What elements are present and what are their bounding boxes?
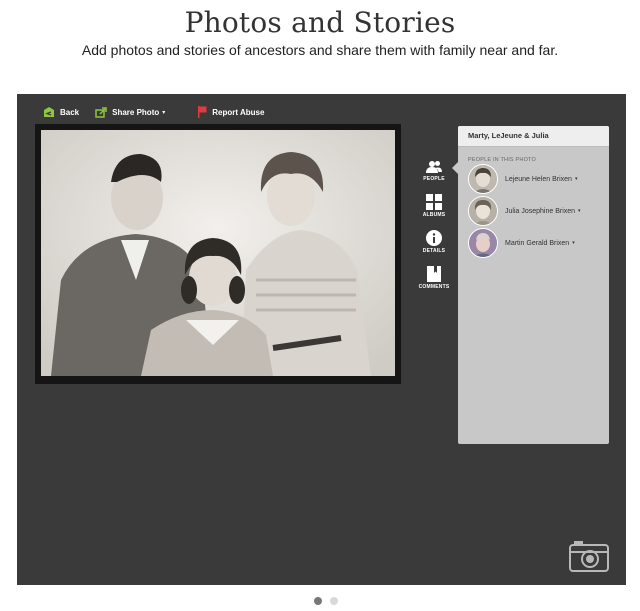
comments-tool-label: COMMENTS	[418, 284, 450, 290]
people-tool-label: PEOPLE	[423, 176, 445, 182]
albums-icon	[426, 194, 442, 210]
chevron-down-icon[interactable]: ▾	[575, 176, 578, 182]
avatar	[468, 196, 498, 226]
photo-viewer: Back Share Photo ▾ Report Abuse PEOPLE A…	[17, 94, 626, 585]
back-button[interactable]: Back	[43, 106, 80, 118]
avatar	[468, 228, 498, 258]
person-item[interactable]: Lejeune Helen Brixen ▾	[458, 163, 609, 195]
people-panel: Marty, LeJeune & Julia PEOPLE IN THIS PH…	[452, 126, 609, 444]
chevron-down-icon[interactable]: ▾	[572, 240, 575, 246]
share-label: Share Photo	[112, 107, 160, 117]
carousel-dot-2[interactable]	[330, 597, 338, 605]
details-tool-button[interactable]: DETAILS	[417, 230, 451, 254]
carousel-pagination	[310, 597, 342, 605]
share-caret-icon: ▾	[162, 109, 166, 116]
carousel-dot-1[interactable]	[314, 597, 322, 605]
avatar	[468, 164, 498, 194]
share-photo-button[interactable]: Share Photo ▾	[95, 106, 166, 118]
panel-pointer	[452, 162, 458, 174]
person-name: Julia Josephine Brixen	[505, 207, 576, 215]
person-item[interactable]: Martin Gerald Brixen ▾	[458, 227, 609, 259]
people-section-label: PEOPLE IN THIS PHOTO	[468, 157, 536, 163]
photo-title: Marty, LeJeune & Julia	[458, 126, 609, 147]
page: Photos and Stories Add photos and storie…	[0, 0, 640, 611]
share-icon	[95, 106, 107, 118]
flag-icon	[198, 106, 207, 118]
albums-tool-button[interactable]: ALBUMS	[417, 194, 451, 218]
person-name: Lejeune Helen Brixen	[505, 175, 572, 183]
side-tool-column: PEOPLE ALBUMS DETAILS COMMENTS	[417, 160, 451, 302]
photo-frame	[35, 124, 401, 384]
chevron-down-icon[interactable]: ▾	[578, 208, 581, 214]
details-tool-label: DETAILS	[422, 248, 446, 254]
info-icon	[426, 230, 442, 246]
comments-icon	[427, 266, 441, 282]
back-icon	[44, 106, 54, 117]
camera-icon	[569, 541, 609, 572]
camera-upload-button[interactable]	[569, 540, 609, 577]
people-icon	[426, 161, 442, 173]
family-photo[interactable]	[41, 130, 395, 376]
page-subtitle: Add photos and stories of ancestors and …	[81, 42, 559, 58]
person-name: Martin Gerald Brixen	[505, 239, 570, 247]
comments-tool-button[interactable]: COMMENTS	[417, 266, 451, 290]
albums-tool-label: ALBUMS	[422, 212, 446, 218]
viewer-toolbar: Back Share Photo ▾ Report Abuse	[43, 104, 280, 120]
back-label: Back	[60, 107, 80, 117]
report-abuse-button[interactable]: Report Abuse	[197, 106, 264, 118]
person-item[interactable]: Julia Josephine Brixen ▾	[458, 195, 609, 227]
report-label: Report Abuse	[212, 107, 265, 117]
family-photo-image	[41, 130, 395, 376]
people-tool-button[interactable]: PEOPLE	[417, 160, 451, 182]
page-title: Photos and Stories	[184, 6, 456, 39]
